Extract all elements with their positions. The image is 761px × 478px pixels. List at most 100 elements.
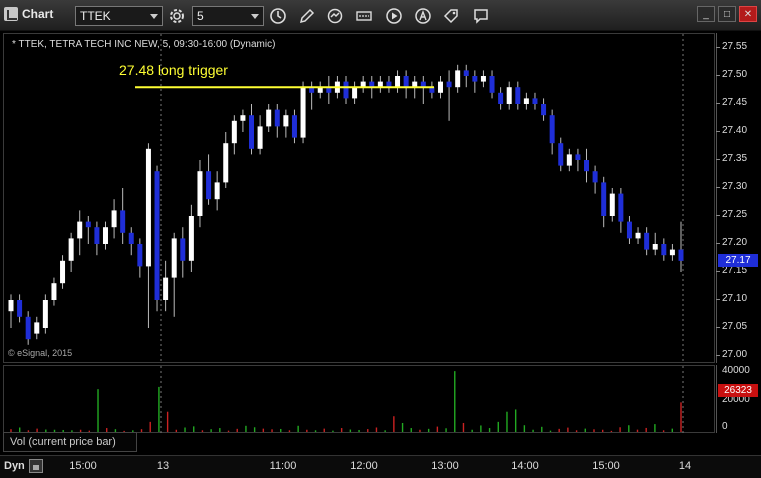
volume-axis[interactable]: 40000 20000 0 26323	[716, 365, 761, 433]
candle-body	[25, 316, 31, 340]
candle-body	[626, 221, 632, 239]
candle-body	[128, 232, 134, 244]
time-tick: 13	[156, 460, 170, 472]
candle-body	[137, 244, 143, 267]
candle-body	[644, 232, 650, 250]
candle-body	[163, 277, 169, 300]
price-tick: 27.00	[715, 349, 748, 360]
candle-body	[17, 300, 23, 317]
time-tick: 13:00	[431, 460, 459, 472]
chat-icon[interactable]	[470, 5, 492, 27]
candle-body	[283, 115, 289, 127]
candle-body	[472, 76, 478, 82]
candle-body	[77, 221, 83, 239]
candle-body	[180, 238, 186, 261]
candle-body	[446, 81, 452, 88]
time-tick: 15:00	[592, 460, 620, 472]
candle-body	[618, 193, 624, 222]
minimize-button[interactable]: _	[697, 6, 715, 22]
tag-icon[interactable]	[440, 5, 462, 27]
candle-body	[343, 81, 349, 99]
price-tick: 27.40	[715, 125, 748, 136]
candle-body	[120, 210, 126, 233]
close-button[interactable]: ✕	[739, 6, 757, 22]
candle-body	[60, 260, 66, 284]
symbol-combo[interactable]: TTEK	[75, 6, 163, 26]
chevron-down-icon[interactable]	[251, 14, 259, 19]
candle-body	[489, 76, 495, 93]
candle-body	[652, 244, 658, 250]
candle-body	[266, 109, 272, 127]
last-volume-badge: 26323	[718, 384, 758, 397]
price-tick: 27.50	[715, 69, 748, 80]
candle-body	[94, 227, 100, 244]
title-bar: Chart TTEK 5 _ □ ✕	[0, 0, 761, 31]
candle-body	[566, 154, 572, 166]
candle-body	[188, 216, 194, 261]
candle-body	[42, 300, 48, 328]
time-tick: 14:00	[511, 460, 539, 472]
candle-body	[206, 171, 212, 200]
candle-body	[541, 104, 547, 116]
candle-body	[515, 87, 521, 104]
candle-body	[223, 143, 229, 183]
volume-tick: 0	[722, 421, 728, 432]
candle-body	[584, 160, 590, 172]
price-tick: 27.05	[715, 321, 748, 332]
price-chart	[8, 34, 684, 364]
time-axis[interactable]: Dyn 15:00 13 11:00 12:00 13:00 14:00 15:…	[0, 455, 761, 478]
volume-pane[interactable]	[3, 365, 715, 434]
candle-body	[635, 232, 641, 239]
time-tick: 12:00	[350, 460, 378, 472]
candle-body	[34, 322, 40, 334]
candle-body	[249, 115, 255, 149]
candle-body	[231, 120, 237, 144]
price-tick: 27.25	[715, 209, 748, 220]
quote-icon[interactable]	[353, 5, 375, 27]
time-tick: 14	[678, 460, 692, 472]
candle-body	[661, 244, 667, 256]
candle-body	[214, 182, 220, 200]
candle-body	[575, 154, 581, 160]
clock-icon[interactable]	[267, 5, 289, 27]
candle-body	[352, 87, 358, 99]
maximize-button[interactable]: □	[718, 6, 736, 22]
alert-icon[interactable]	[412, 5, 434, 27]
symbol-value: TTEK	[80, 9, 111, 23]
candle-body	[558, 143, 564, 166]
candle-body	[145, 148, 151, 267]
refresh-icon[interactable]	[324, 5, 346, 27]
candle-body	[549, 115, 555, 144]
candle-body	[498, 92, 504, 104]
volume-study-label[interactable]: Vol (current price bar)	[3, 432, 137, 452]
trigger-annotation: 27.48 long trigger	[119, 62, 228, 78]
price-axis[interactable]: 27.55 27.50 27.45 27.40 27.35 27.30 27.25 27.20…	[715, 33, 761, 363]
candle-body	[669, 249, 675, 256]
last-price-badge: 27.17	[718, 253, 758, 267]
candle-body	[274, 109, 280, 127]
play-icon[interactable]	[383, 5, 405, 27]
candle-body	[8, 300, 14, 312]
chart-info: * TTEK, TETRA TECH INC NEW, 5, 09:30-16:…	[12, 39, 276, 50]
app-title-text: Chart	[22, 7, 54, 21]
candle-body	[601, 182, 607, 216]
candle-body	[506, 87, 512, 104]
price-pane[interactable]: * TTEK, TETRA TECH INC NEW, 5, 09:30-16:…	[3, 33, 715, 364]
interval-value: 5	[197, 9, 204, 23]
lock-icon[interactable]	[28, 459, 43, 473]
candle-body	[609, 193, 615, 216]
gear-icon[interactable]	[166, 5, 188, 27]
dynamic-toggle[interactable]: Dyn	[4, 459, 43, 473]
price-tick: 27.55	[715, 41, 748, 52]
pencil-icon[interactable]	[296, 5, 318, 27]
candle-body	[395, 76, 401, 88]
candle-body	[197, 171, 203, 216]
candle-body	[678, 249, 684, 261]
candle-body	[51, 283, 57, 300]
candle-body	[111, 210, 117, 228]
time-tick: 11:00	[269, 460, 297, 472]
candle-body	[403, 76, 409, 88]
interval-combo[interactable]: 5	[192, 6, 264, 26]
chevron-down-icon[interactable]	[150, 14, 158, 19]
candle-body	[300, 87, 306, 138]
